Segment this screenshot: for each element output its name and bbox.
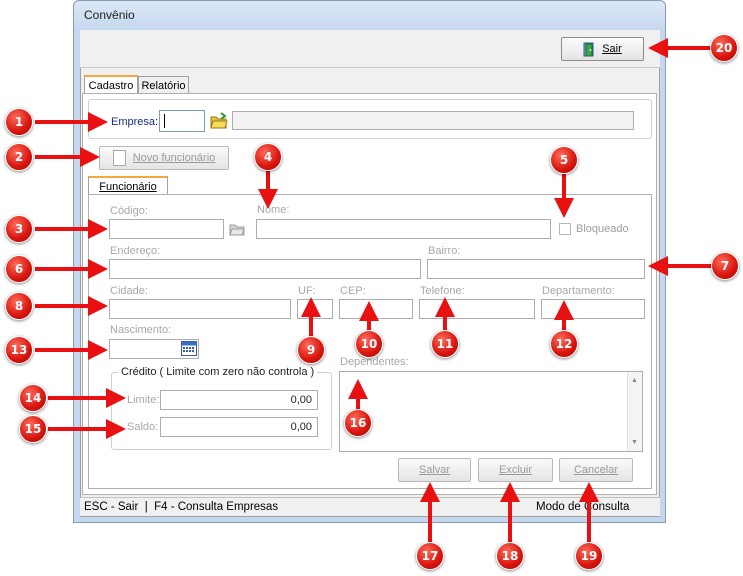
marker-2: 2 bbox=[5, 143, 33, 171]
marker-17: 17 bbox=[416, 542, 444, 570]
marker-16: 16 bbox=[344, 409, 372, 437]
marker-12: 12 bbox=[550, 330, 578, 358]
marker-3: 3 bbox=[5, 215, 33, 243]
marker-9: 9 bbox=[297, 336, 325, 364]
marker-7: 7 bbox=[711, 252, 739, 280]
marker-11: 11 bbox=[431, 330, 459, 358]
marker-20: 20 bbox=[710, 34, 738, 62]
marker-5: 5 bbox=[550, 146, 578, 174]
marker-14: 14 bbox=[19, 384, 47, 412]
marker-4: 4 bbox=[254, 143, 282, 171]
marker-15: 15 bbox=[19, 415, 47, 443]
marker-18: 18 bbox=[496, 542, 524, 570]
annotation-arrows bbox=[35, 38, 713, 542]
marker-19: 19 bbox=[575, 542, 603, 570]
marker-13: 13 bbox=[5, 336, 33, 364]
marker-1: 1 bbox=[5, 108, 33, 136]
marker-10: 10 bbox=[355, 330, 383, 358]
marker-8: 8 bbox=[5, 292, 33, 320]
marker-6: 6 bbox=[5, 255, 33, 283]
